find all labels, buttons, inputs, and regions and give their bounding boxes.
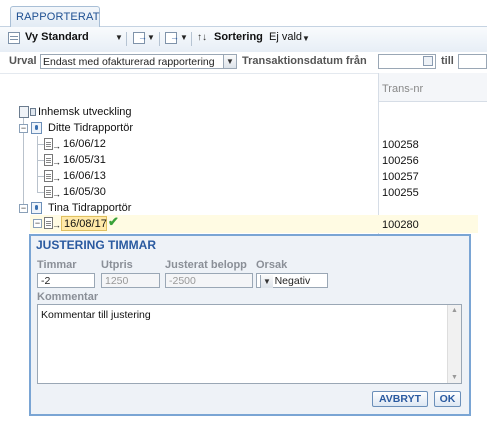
trans-nr-cell: 100258 — [382, 139, 419, 151]
utpris-input: 1250 — [101, 273, 160, 288]
person-icon — [31, 122, 42, 134]
timmar-value: -2 — [41, 275, 51, 287]
toolbar-separator — [191, 32, 192, 46]
trans-nr-cell: 100280 — [382, 219, 419, 231]
sort-icon[interactable]: ↑↓ — [197, 32, 207, 43]
utpris-value: 1250 — [105, 275, 129, 287]
arrow-right-icon: → — [52, 141, 61, 151]
chevron-down-icon[interactable]: ▼ — [260, 275, 273, 288]
collapse-icon[interactable]: − — [33, 219, 42, 228]
date-from-label: Transaktionsdatum från — [242, 55, 367, 67]
tree-entry-label[interactable]: 16/06/12 — [63, 138, 106, 150]
date-from-input[interactable] — [378, 54, 436, 69]
tab-label: RAPPORTERAT — [16, 11, 100, 23]
arrow-right-icon: → — [52, 189, 61, 199]
orsak-select[interactable]: 3 / Negativ ▼ — [256, 273, 328, 288]
tree-entry-label[interactable]: 16/06/13 — [63, 170, 106, 182]
project-icon — [19, 106, 29, 118]
column-header-label: Trans-nr — [382, 83, 424, 95]
urval-value: Endast med ofakturerad rapportering — [43, 56, 215, 68]
export-dropdown-icon[interactable]: ▼ — [147, 33, 155, 42]
tree-entry-label[interactable]: 16/05/30 — [63, 186, 106, 198]
timmar-input[interactable]: -2 — [37, 273, 95, 288]
sort-dropdown-icon[interactable]: ▼ — [302, 34, 310, 43]
arrow-right-icon: → — [52, 157, 61, 167]
scroll-up-icon[interactable]: ▲ — [451, 307, 458, 314]
justerat-belopp-label: Justerat belopp — [165, 259, 247, 271]
scroll-down-icon[interactable]: ▼ — [451, 374, 458, 381]
date-to-label: till — [441, 55, 454, 67]
cancel-button[interactable]: AVBRYT — [372, 391, 428, 407]
column-header-trans-nr[interactable]: Trans-nr — [378, 73, 487, 102]
utpris-label: Utpris — [101, 259, 133, 271]
tab-rapporterat[interactable]: RAPPORTERAT — [10, 6, 100, 27]
justerat-belopp-value: -2500 — [169, 275, 196, 287]
toolbar-separator — [159, 32, 160, 46]
grid-view-icon[interactable] — [8, 32, 20, 44]
trans-nr-cell: 100257 — [382, 171, 419, 183]
tree-entry-label[interactable]: 16/05/31 — [63, 154, 106, 166]
arrow-right-icon: → — [52, 173, 61, 183]
toolbar-separator — [126, 32, 127, 46]
collapse-icon[interactable]: − — [19, 204, 28, 213]
columns-icon[interactable]: → — [165, 32, 179, 44]
panel-title: JUSTERING TIMMAR — [36, 238, 156, 252]
export-icon[interactable]: → — [133, 32, 147, 44]
sort-value[interactable]: Ej vald — [269, 31, 302, 43]
textarea-scrollbar[interactable]: ▲ ▼ — [447, 305, 461, 383]
kommentar-label: Kommentar — [37, 291, 99, 303]
collapse-icon[interactable]: − — [19, 124, 28, 133]
project-icon-secondary — [30, 108, 36, 116]
tree-entry-label: 16/08/17 — [64, 218, 107, 230]
tree-person-label[interactable]: Ditte Tidrapportör — [48, 122, 133, 134]
checkmark-icon: ✔ — [108, 214, 119, 229]
selected-entry[interactable]: 16/08/17 — [61, 216, 107, 231]
timmar-label: Timmar — [37, 259, 77, 271]
urval-label: Urval — [9, 55, 37, 67]
justerat-belopp-input: -2500 — [165, 273, 253, 288]
person-icon — [31, 202, 42, 214]
view-dropdown-icon[interactable]: ▼ — [115, 33, 123, 42]
trans-nr-cell: 100256 — [382, 155, 419, 167]
chevron-down-icon[interactable]: ▼ — [223, 55, 236, 68]
kommentar-value: Kommentar till justering — [41, 309, 151, 321]
tree-project-label[interactable]: Inhemsk utveckling — [38, 106, 132, 118]
date-to-input[interactable] — [458, 54, 487, 69]
columns-dropdown-icon[interactable]: ▼ — [180, 33, 188, 42]
orsak-label: Orsak — [256, 259, 288, 271]
arrow-right-icon: → — [52, 220, 61, 230]
sort-label[interactable]: Sortering — [214, 31, 263, 43]
kommentar-textarea[interactable]: Kommentar till justering ▲ ▼ — [37, 304, 462, 384]
view-selector[interactable]: Vy Standard — [25, 31, 89, 43]
ok-button[interactable]: OK — [434, 391, 461, 407]
tree-person-label[interactable]: Tina Tidrapportör — [48, 202, 131, 214]
urval-select[interactable]: Endast med ofakturerad rapportering ▼ — [40, 54, 237, 69]
trans-nr-cell: 100255 — [382, 187, 419, 199]
calendar-icon[interactable] — [423, 56, 433, 66]
